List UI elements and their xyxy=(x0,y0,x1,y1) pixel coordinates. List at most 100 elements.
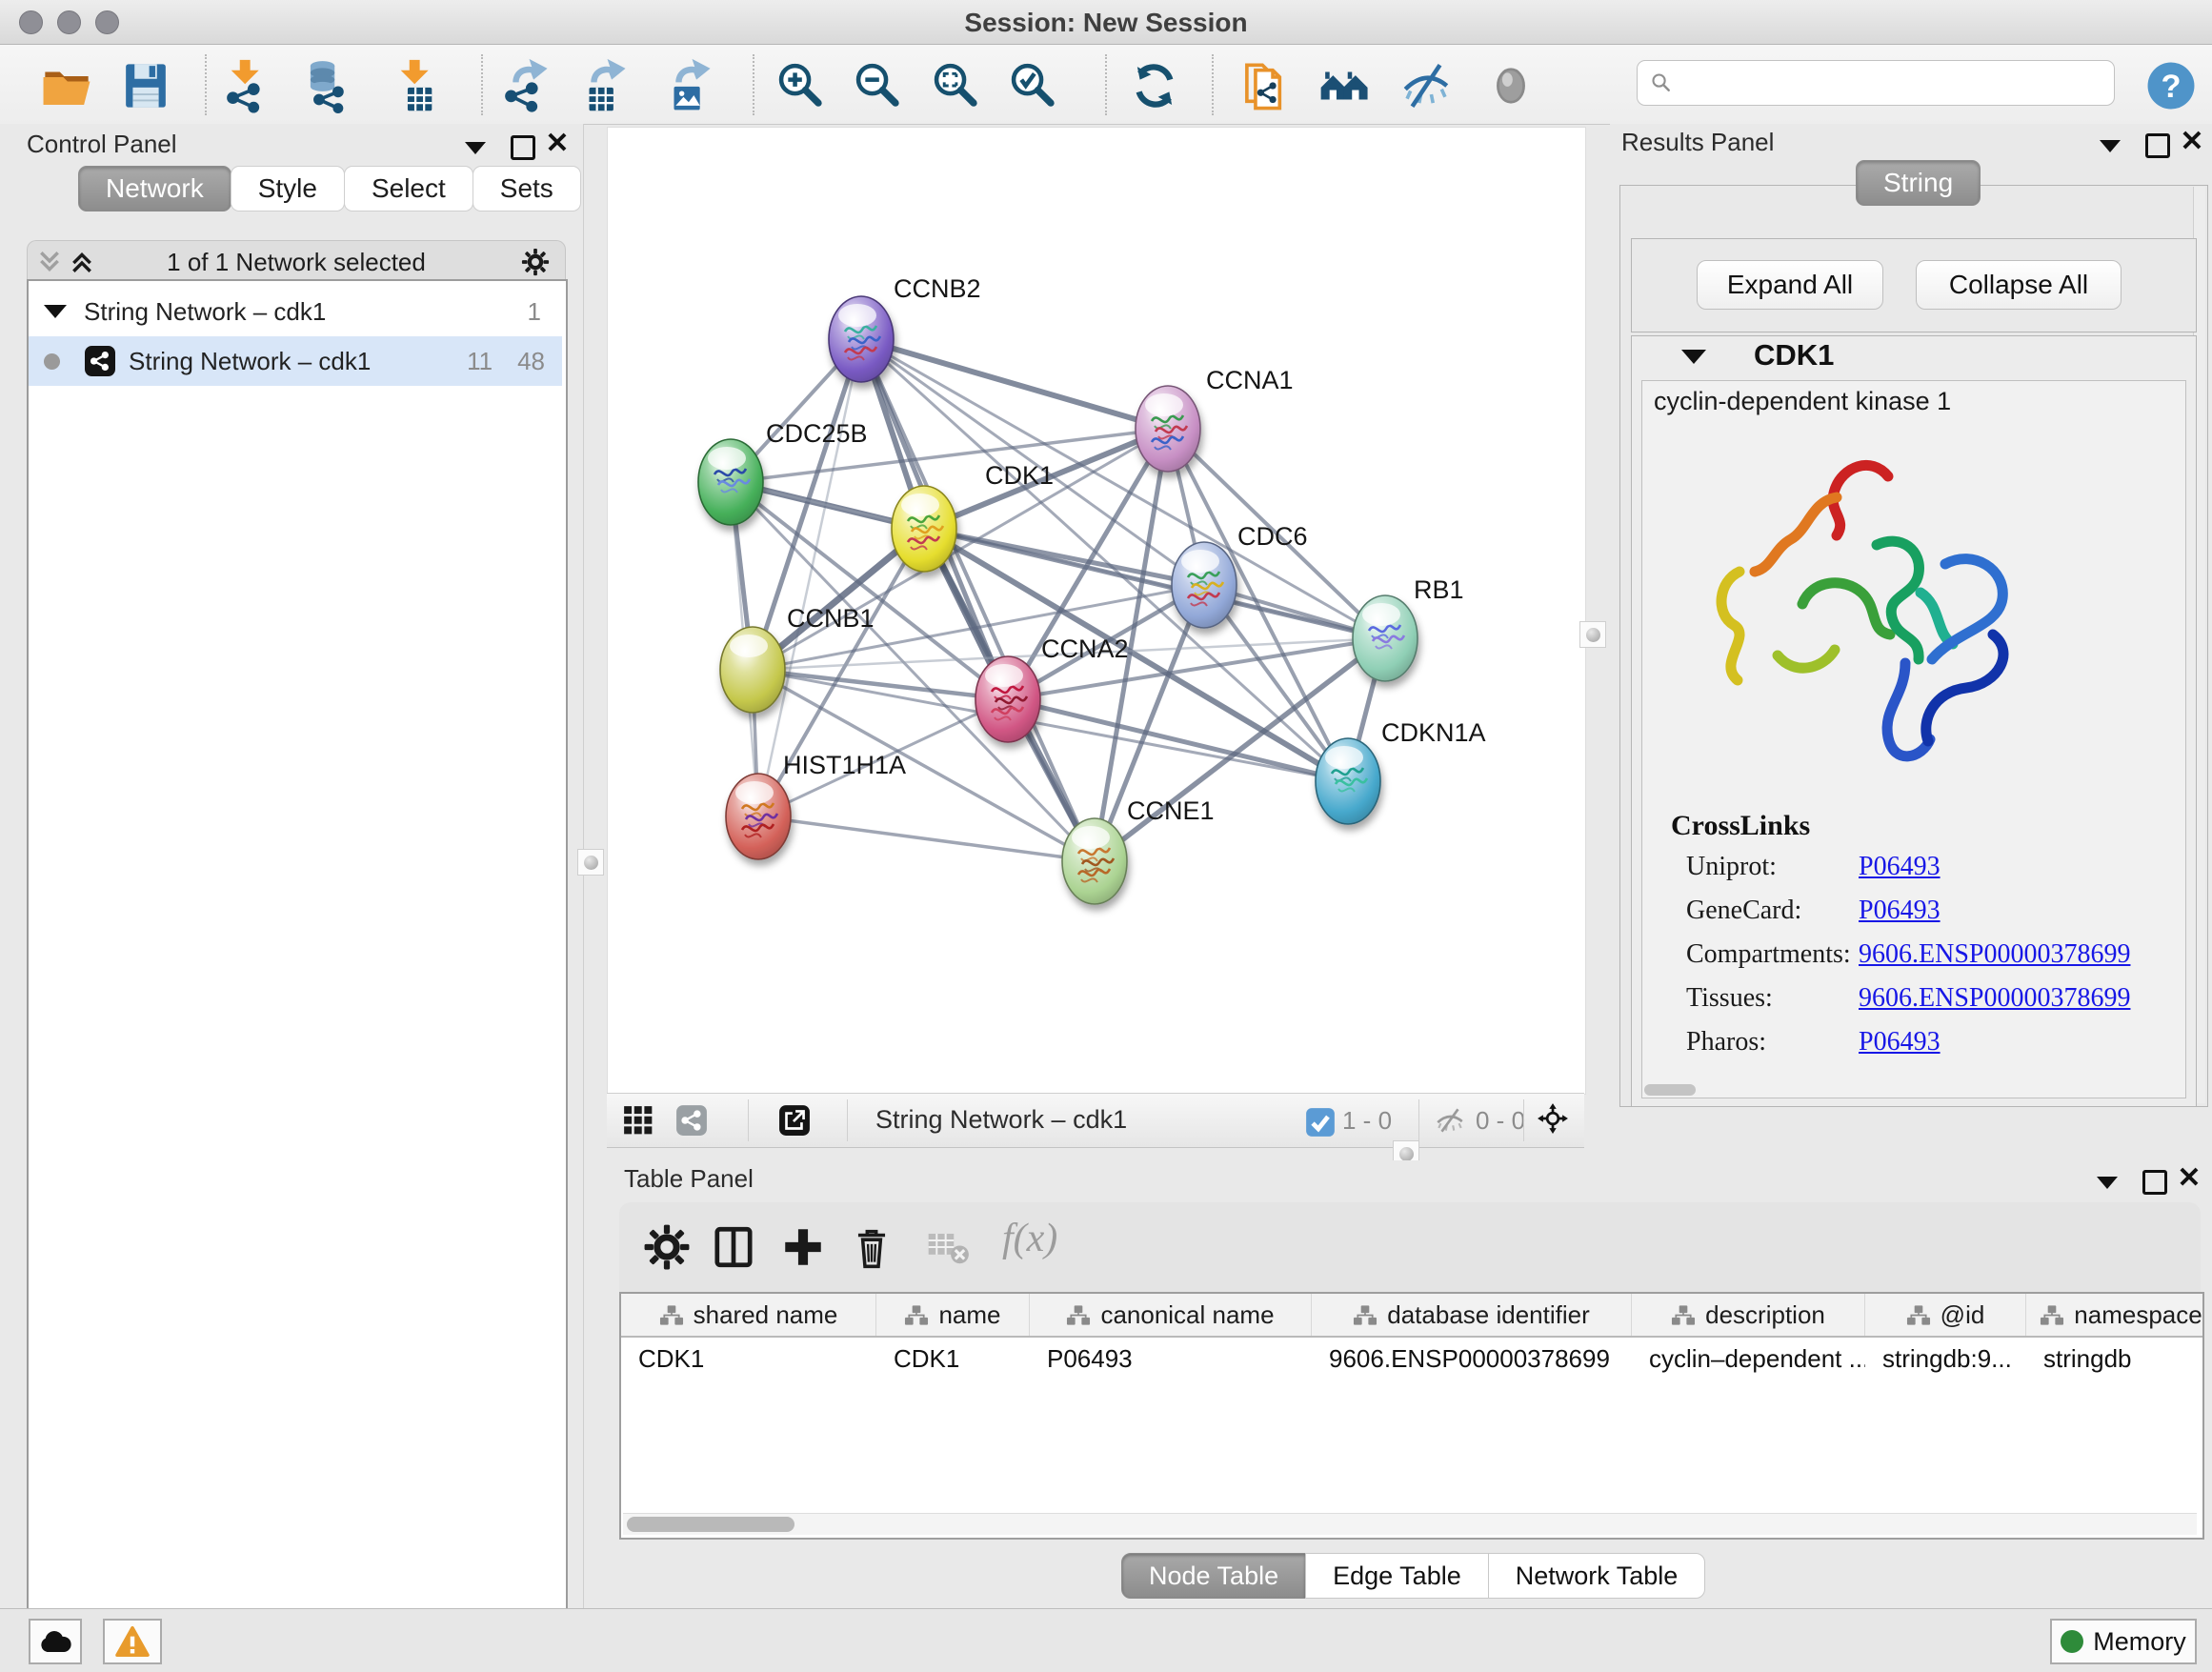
eye-gray-button[interactable] xyxy=(1481,56,1540,115)
table-cell[interactable]: stringdb xyxy=(2026,1338,2204,1380)
results-horizontal-scroll-thumb[interactable] xyxy=(1644,1084,1696,1096)
column-label: shared name xyxy=(694,1300,838,1330)
column-header--id[interactable]: @id xyxy=(1865,1294,2026,1336)
node-label: RB1 xyxy=(1414,575,1464,604)
table-cell[interactable]: P06493 xyxy=(1030,1338,1312,1380)
gene-detail-box: cyclin-dependent kinase 1 CrossLinks Uni… xyxy=(1641,380,2186,1098)
homes-icon xyxy=(1317,58,1373,113)
crosslink-link[interactable]: 9606.ENSP00000378699 xyxy=(1859,983,2130,1014)
tab-node-table[interactable]: Node Table xyxy=(1121,1553,1306,1599)
panel-close-icon[interactable]: ✕ xyxy=(541,128,573,160)
zoom-out-button[interactable] xyxy=(848,56,907,115)
network-share-button[interactable] xyxy=(675,1104,708,1137)
memory-button[interactable]: Memory xyxy=(2050,1619,2197,1664)
gear-icon[interactable] xyxy=(521,248,550,276)
export-image-button[interactable] xyxy=(658,56,717,115)
collapse-triangle-icon[interactable] xyxy=(44,305,67,318)
panel-float-icon[interactable] xyxy=(507,131,539,164)
zoom-in-button[interactable] xyxy=(771,56,830,115)
open-in-window-button[interactable] xyxy=(778,1104,811,1137)
tab-string[interactable]: String xyxy=(1856,160,1981,206)
panel-menu-icon[interactable] xyxy=(459,131,492,164)
column-header-name[interactable]: name xyxy=(876,1294,1030,1336)
right-splitter-handle[interactable] xyxy=(1579,621,1606,648)
delete-column-button[interactable] xyxy=(848,1223,895,1271)
save-session-icon xyxy=(118,58,173,113)
save-session-button[interactable] xyxy=(116,56,175,115)
zoom-fit-button[interactable] xyxy=(926,56,985,115)
warnings-button[interactable] xyxy=(103,1619,162,1664)
eye-slash-icon xyxy=(1434,1104,1466,1137)
column-header-namespace[interactable]: namespace xyxy=(2026,1294,2204,1336)
share-icon xyxy=(675,1104,708,1137)
network-node-HIST1H1A[interactable]: HIST1H1A xyxy=(726,751,906,859)
network-row[interactable]: String Network – cdk1 11 48 xyxy=(29,336,562,386)
search-input[interactable] xyxy=(1681,64,2104,100)
tab-style[interactable]: Style xyxy=(231,166,345,212)
network-canvas[interactable]: CCNB2CCNA1CDC25BCDK1CDC6RB1CCNB1CCNA2CDK… xyxy=(607,127,1586,1095)
share-document-icon xyxy=(1237,58,1292,113)
network-node-RB1[interactable]: RB1 xyxy=(1353,575,1464,681)
export-network-button[interactable] xyxy=(495,56,554,115)
network-collection-row[interactable]: String Network – cdk1 1 xyxy=(29,287,562,336)
column-header-description[interactable]: description xyxy=(1632,1294,1865,1336)
birds-eye-toggle-button[interactable] xyxy=(1537,1102,1575,1140)
column-header-database-identifier[interactable]: database identifier xyxy=(1312,1294,1632,1336)
column-header-canonical-name[interactable]: canonical name xyxy=(1030,1294,1312,1336)
crosslink-label: Compartments: xyxy=(1686,939,1851,970)
tab-select[interactable]: Select xyxy=(344,166,473,212)
zoom-in-icon xyxy=(773,58,828,113)
left-splitter-handle[interactable] xyxy=(577,849,604,876)
import-table-file-button[interactable] xyxy=(387,56,446,115)
panel-close-icon[interactable]: ✕ xyxy=(2176,126,2208,158)
zoom-selected-button[interactable] xyxy=(1003,56,1062,115)
panel-menu-icon[interactable] xyxy=(2094,130,2126,162)
column-header-shared-name[interactable]: shared name xyxy=(621,1294,876,1336)
panel-float-icon[interactable] xyxy=(2142,130,2174,162)
network-node-CDKN1A[interactable]: CDKN1A xyxy=(1316,718,1486,824)
panel-close-icon[interactable]: ✕ xyxy=(2173,1162,2205,1195)
table-horizontal-scrollbar[interactable] xyxy=(623,1513,2197,1535)
show-columns-button[interactable] xyxy=(710,1223,757,1271)
expand-all-button[interactable]: Expand All xyxy=(1697,260,1883,310)
collapse-all-button[interactable]: Collapse All xyxy=(1916,260,2122,310)
zoom-selected-icon xyxy=(1005,58,1060,113)
function-builder-button-disabled: f(x) xyxy=(1002,1216,1057,1261)
tab-network[interactable]: Network xyxy=(78,166,231,212)
crosslink-link[interactable]: 9606.ENSP00000378699 xyxy=(1859,939,2130,970)
section-collapse-triangle-icon[interactable] xyxy=(1681,350,1706,364)
share-document-button[interactable] xyxy=(1235,56,1294,115)
cloud-button[interactable] xyxy=(29,1619,82,1664)
crosslink-link[interactable]: P06493 xyxy=(1859,1027,1941,1058)
open-file-button[interactable] xyxy=(37,56,96,115)
selected-checkbox[interactable] xyxy=(1304,1106,1333,1135)
column-label: description xyxy=(1705,1300,1825,1330)
help-button[interactable]: ? xyxy=(2142,56,2201,115)
create-column-button[interactable] xyxy=(779,1223,827,1271)
crosslink-link[interactable]: P06493 xyxy=(1859,852,1941,882)
table-cell[interactable]: CDK1 xyxy=(621,1338,876,1380)
table-cell[interactable]: cyclin–dependent ... xyxy=(1632,1338,1865,1380)
eye-slash-button[interactable] xyxy=(1397,56,1456,115)
table-horizontal-scroll-thumb[interactable] xyxy=(627,1517,794,1532)
tab-edge-table[interactable]: Edge Table xyxy=(1305,1553,1489,1599)
table-settings-button[interactable] xyxy=(643,1223,691,1271)
node-table: shared name namecanonical namedatabase id… xyxy=(619,1292,2204,1540)
import-network-database-button[interactable] xyxy=(298,56,357,115)
table-cell[interactable]: 9606.ENSP00000378699 xyxy=(1312,1338,1632,1380)
network-node-CCNE1[interactable]: CCNE1 xyxy=(1062,796,1215,904)
table-cell[interactable]: CDK1 xyxy=(876,1338,1030,1380)
panel-float-icon[interactable] xyxy=(2139,1166,2171,1199)
crosslink-link[interactable]: P06493 xyxy=(1859,896,1941,926)
table-cell[interactable]: stringdb:9... xyxy=(1865,1338,2026,1380)
network-node-CCNA1[interactable]: CCNA1 xyxy=(1136,366,1294,472)
panel-menu-icon[interactable] xyxy=(2091,1166,2123,1199)
homes-button[interactable] xyxy=(1316,56,1375,115)
grid-view-button[interactable] xyxy=(622,1104,654,1137)
export-table-button[interactable] xyxy=(573,56,633,115)
refresh-button[interactable] xyxy=(1125,56,1184,115)
memory-status-icon xyxy=(2061,1630,2083,1653)
tab-network-table[interactable]: Network Table xyxy=(1488,1553,1706,1599)
tab-sets[interactable]: Sets xyxy=(473,166,581,212)
import-network-file-button[interactable] xyxy=(217,56,276,115)
